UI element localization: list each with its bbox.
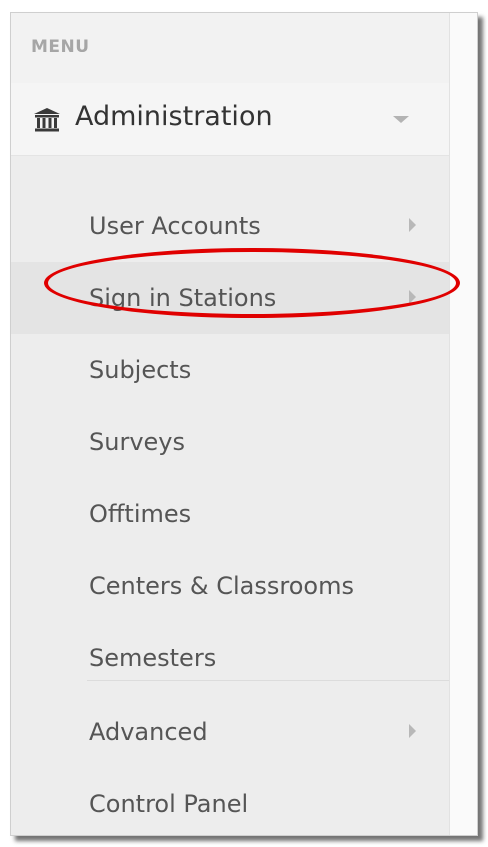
menu-item-administration[interactable]: Administration [11,83,449,156]
sidebar-frame: MENU Administration User Accounts Sign i… [10,12,478,836]
caret-right-icon [409,218,416,232]
menu-item-label: Semesters [89,644,217,672]
menu-item-sign-in-stations[interactable]: Sign in Stations [11,262,449,334]
menu-heading: MENU [31,37,90,57]
menu-divider [87,680,449,681]
menu-item-label: Advanced [89,718,208,746]
menu-item-label: Sign in Stations [89,284,277,312]
menu-item-label: User Accounts [89,212,261,240]
menu-item-offtimes[interactable]: Offtimes [11,478,449,550]
content-gutter [450,13,477,835]
menu-item-label: Subjects [89,356,192,384]
menu-item-advanced[interactable]: Advanced [11,696,449,768]
menu-item-subjects[interactable]: Subjects [11,334,449,406]
menu-item-label: Surveys [89,428,185,456]
menu-item-surveys[interactable]: Surveys [11,406,449,478]
administration-label: Administration [75,101,273,132]
institution-icon [34,108,60,132]
menu-item-control-panel[interactable]: Control Panel [11,768,449,835]
sidebar-menu: MENU Administration User Accounts Sign i… [11,13,450,835]
menu-item-label: Offtimes [89,500,192,528]
menu-item-label: Control Panel [89,790,249,818]
administration-submenu: User Accounts Sign in Stations Subjects … [11,156,449,835]
caret-down-icon [393,116,409,123]
caret-right-icon [409,724,416,738]
menu-item-semesters[interactable]: Semesters [11,622,449,694]
menu-item-centers-classrooms[interactable]: Centers & Classrooms [11,550,449,622]
menu-item-label: Centers & Classrooms [89,572,354,600]
menu-item-user-accounts[interactable]: User Accounts [11,190,449,262]
caret-right-icon [409,290,416,304]
